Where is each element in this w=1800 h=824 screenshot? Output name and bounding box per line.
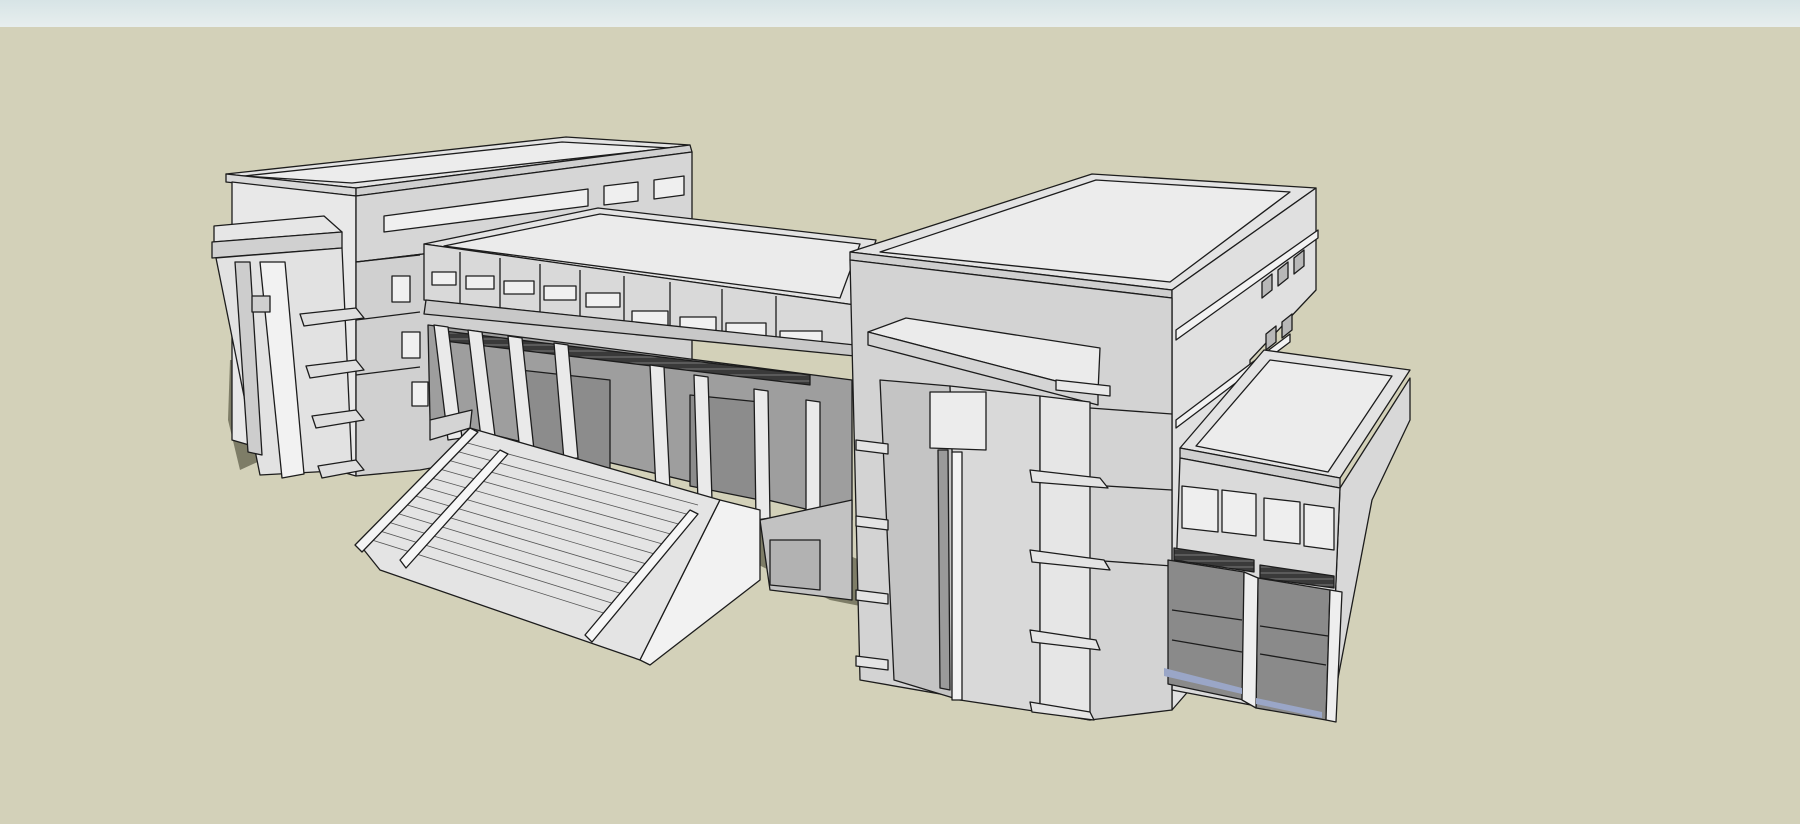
building-model[interactable] (0, 0, 1800, 824)
sketchup-viewport[interactable] (0, 0, 1800, 824)
center-hall[interactable] (354, 207, 877, 666)
